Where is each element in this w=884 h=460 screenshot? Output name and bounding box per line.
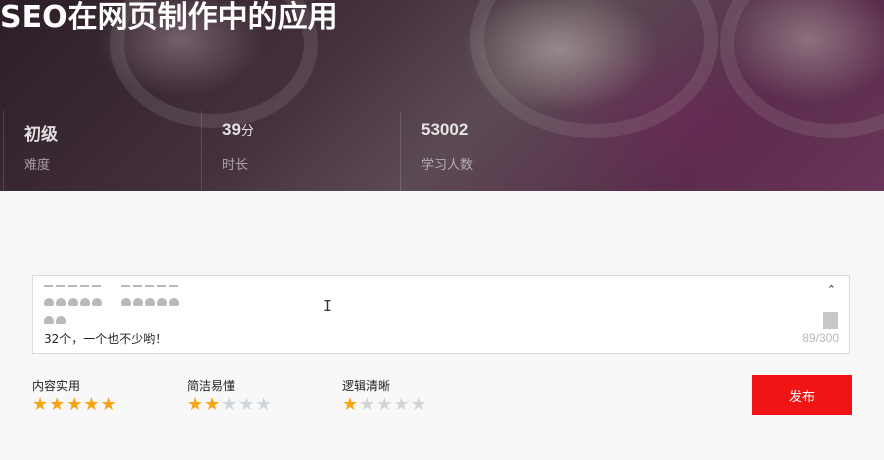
stat-label: 难度 — [24, 158, 51, 173]
bird-emoji-icon — [145, 298, 155, 306]
star-icon[interactable]: ★ — [204, 394, 220, 415]
rating-label: 内容实用 — [32, 379, 81, 393]
stat-value: 初级 — [24, 125, 58, 144]
scrollbar-thumb[interactable] — [823, 312, 838, 329]
star-icon[interactable]: ★ — [342, 394, 358, 415]
star-icon[interactable]: ★ — [49, 394, 65, 415]
rating-label: 简洁易懂 — [187, 379, 236, 393]
emoji-row — [44, 295, 181, 308]
star-icon[interactable]: ★ — [187, 394, 203, 415]
bird-emoji-icon — [56, 298, 66, 306]
char-counter: 89/300 — [802, 331, 839, 345]
bird-emoji-icon — [92, 298, 102, 306]
stat-difficulty: 初级 难度 — [3, 111, 202, 191]
rating-label: 逻辑清晰 — [342, 379, 391, 393]
rating-concise: 简洁易懂 ★★★★★ — [187, 377, 273, 415]
bird-emoji-icon — [121, 298, 131, 306]
star-icon[interactable]: ★ — [32, 394, 48, 415]
text-cursor-icon: I — [323, 297, 333, 315]
rating-logic: 逻辑清晰 ★★★★★ — [342, 377, 428, 415]
star-icon[interactable]: ★ — [101, 394, 117, 415]
emoji-row — [44, 313, 68, 326]
stat-label: 时长 — [222, 158, 249, 173]
star-icon[interactable]: ★ — [359, 394, 375, 415]
rating-practical: 内容实用 ★★★★★ — [32, 377, 118, 415]
course-hero-banner: SEO在网页制作中的应用 初级 难度 39分 时长 53002 学习人数 — [0, 0, 884, 191]
banner-decoration — [720, 0, 884, 138]
stat-learners: 53002 学习人数 — [400, 111, 599, 191]
star-icon[interactable]: ★ — [256, 394, 272, 415]
star-icon[interactable]: ★ — [376, 394, 392, 415]
bird-emoji-icon — [44, 298, 54, 306]
star-rating[interactable]: ★★★★★ — [342, 395, 428, 415]
review-text: 32个，一个也不少哟！ — [44, 332, 168, 346]
bird-emoji-icon — [68, 298, 78, 306]
stat-duration: 39分 时长 — [201, 111, 400, 191]
stat-value: 39分 — [222, 120, 254, 139]
bird-emoji-icon — [157, 298, 167, 306]
star-icon[interactable]: ★ — [238, 394, 254, 415]
stat-value: 53002 — [421, 120, 469, 139]
bird-emoji-icon — [133, 298, 143, 306]
star-icon[interactable]: ★ — [393, 394, 409, 415]
star-icon[interactable]: ★ — [411, 394, 427, 415]
star-rating[interactable]: ★★★★★ — [32, 395, 118, 415]
star-icon[interactable]: ★ — [83, 394, 99, 415]
review-textarea[interactable]: 32个，一个也不少哟！ I ⌃ 89/300 — [32, 275, 850, 354]
course-title: SEO在网页制作中的应用 — [0, 0, 338, 35]
emoji-row — [44, 279, 181, 292]
stat-label: 学习人数 — [421, 158, 474, 173]
bird-emoji-icon — [169, 298, 179, 306]
bird-emoji-icon — [44, 316, 54, 324]
publish-button[interactable]: 发布 — [752, 375, 852, 415]
bird-emoji-icon — [80, 298, 90, 306]
star-rating[interactable]: ★★★★★ — [187, 395, 273, 415]
course-stats: 初级 难度 39分 时长 53002 学习人数 — [0, 111, 620, 191]
chevron-up-icon[interactable]: ⌃ — [827, 284, 836, 296]
star-icon[interactable]: ★ — [66, 394, 82, 415]
bird-emoji-icon — [56, 316, 66, 324]
star-icon[interactable]: ★ — [221, 394, 237, 415]
